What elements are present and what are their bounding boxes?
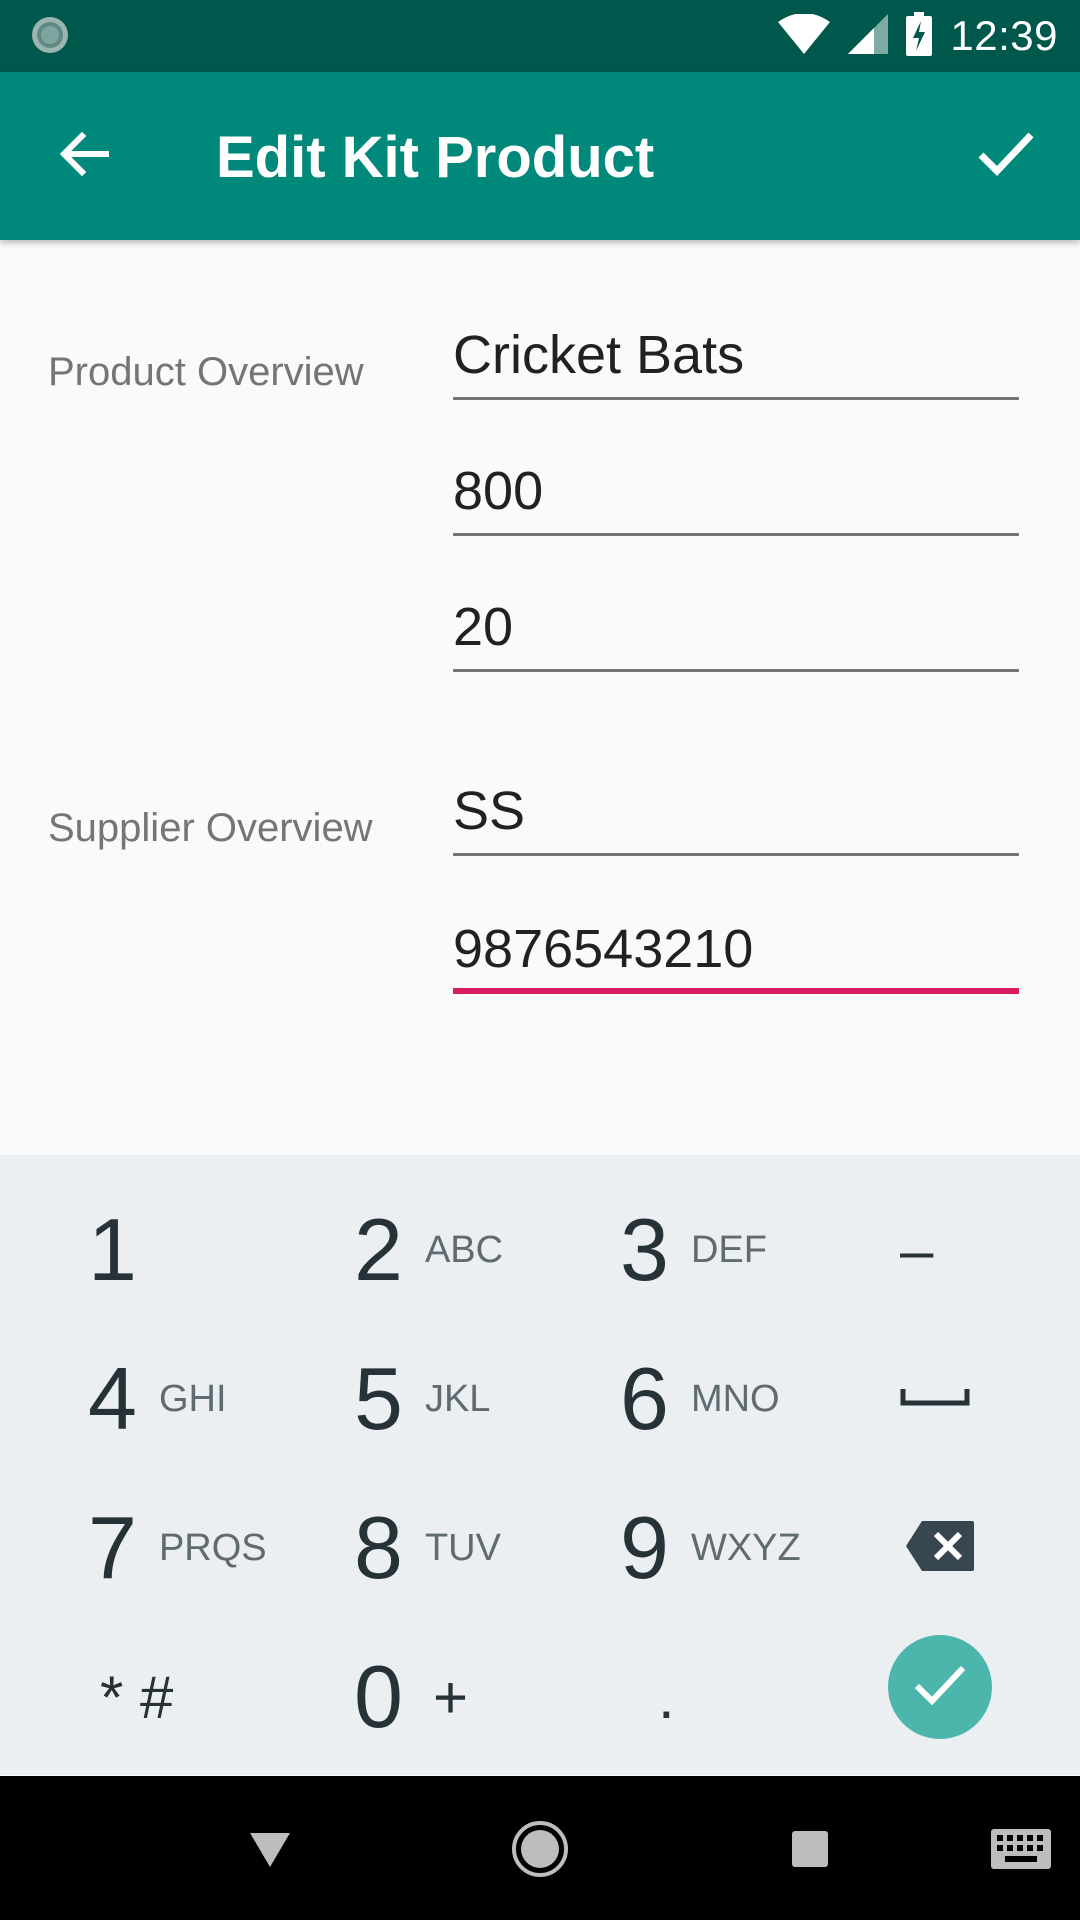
- price-field[interactable]: 800: [453, 456, 1019, 536]
- key-7[interactable]: 7 PRQS: [88, 1478, 267, 1618]
- key-symbol: –: [900, 1216, 934, 1284]
- price-value: 800: [453, 461, 544, 521]
- key-symbol: * #: [100, 1663, 174, 1731]
- nav-back-button[interactable]: [225, 1806, 315, 1896]
- product-name-field[interactable]: Cricket Bats: [453, 320, 1019, 400]
- key-period[interactable]: .: [658, 1627, 675, 1767]
- key-digit: 1: [88, 1200, 137, 1299]
- app-notification-icon: [30, 15, 70, 55]
- nav-keyboard-button[interactable]: [976, 1806, 1066, 1896]
- recents-square-icon: [790, 1829, 830, 1874]
- supplier-name-field[interactable]: SS: [453, 776, 1019, 856]
- key-letters: GHI: [158, 1377, 227, 1420]
- supplier-phone-field[interactable]: 9876543210: [453, 914, 1019, 994]
- space-bar-icon: [900, 1385, 970, 1414]
- field-underline: [453, 533, 1019, 536]
- key-letters: DEF: [690, 1228, 767, 1271]
- navigation-bar: [0, 1776, 1080, 1920]
- keyboard-icon: [989, 1827, 1053, 1876]
- done-button[interactable]: [888, 1635, 992, 1739]
- home-circle-icon: [510, 1819, 570, 1884]
- key-digit: 8: [354, 1498, 403, 1597]
- key-5[interactable]: 5 JKL: [354, 1329, 490, 1469]
- supplier-name-value: SS: [453, 781, 526, 841]
- battery-charging-icon: [906, 11, 933, 61]
- key-8[interactable]: 8 TUV: [354, 1478, 501, 1618]
- key-letters: TUV: [424, 1526, 501, 1569]
- key-0[interactable]: 0 +: [354, 1627, 468, 1767]
- check-icon: [977, 131, 1035, 182]
- wifi-icon: [778, 12, 831, 59]
- back-button[interactable]: [40, 112, 128, 200]
- key-digit: 3: [620, 1200, 669, 1299]
- key-digit: 9: [620, 1498, 669, 1597]
- key-2[interactable]: 2 ABC: [354, 1180, 503, 1320]
- key-letters: +: [432, 1663, 468, 1731]
- status-bar: 12:39: [0, 0, 1080, 72]
- key-letters: PRQS: [158, 1526, 267, 1569]
- product-name-value: Cricket Bats: [453, 325, 745, 385]
- supplier-phone-value: 9876543210: [453, 919, 754, 979]
- arrow-back-icon: [58, 128, 110, 185]
- backspace-icon: [904, 1519, 976, 1578]
- field-underline: [453, 669, 1019, 672]
- key-letters: MNO: [690, 1377, 780, 1420]
- key-digit: 2: [354, 1200, 403, 1299]
- key-star-hash[interactable]: * #: [100, 1627, 173, 1767]
- key-1[interactable]: 1: [88, 1180, 137, 1320]
- key-symbol: .: [658, 1663, 675, 1731]
- status-time: 12:39: [950, 12, 1058, 59]
- key-letters: WXYZ: [690, 1526, 801, 1569]
- key-letters: JKL: [424, 1377, 491, 1420]
- signal-icon: [848, 13, 889, 59]
- key-digit: 5: [354, 1349, 403, 1448]
- app-bar: Edit Kit Product: [0, 72, 1080, 240]
- nav-recents-button[interactable]: [765, 1806, 855, 1896]
- field-underline: [453, 853, 1019, 856]
- key-backspace[interactable]: [904, 1478, 976, 1618]
- key-3[interactable]: 3 DEF: [620, 1180, 767, 1320]
- key-digit: 6: [620, 1349, 669, 1448]
- key-4[interactable]: 4 GHI: [88, 1329, 227, 1469]
- quantity-field[interactable]: 20: [453, 592, 1019, 672]
- product-overview-label: Product Overview: [48, 350, 364, 394]
- save-button[interactable]: [956, 112, 1056, 200]
- page-title: Edit Kit Product: [216, 125, 655, 190]
- nav-home-button[interactable]: [495, 1806, 585, 1896]
- field-underline-focused: [453, 988, 1019, 994]
- key-9[interactable]: 9 WXYZ: [620, 1478, 801, 1618]
- supplier-overview-label: Supplier Overview: [48, 806, 373, 850]
- key-minus[interactable]: –: [900, 1180, 933, 1320]
- field-underline: [453, 397, 1019, 400]
- check-icon: [913, 1664, 967, 1711]
- key-space[interactable]: [900, 1329, 970, 1469]
- key-digit: 0: [354, 1647, 403, 1746]
- key-digit: 4: [88, 1349, 137, 1448]
- key-letters: ABC: [424, 1228, 504, 1271]
- key-6[interactable]: 6 MNO: [620, 1329, 780, 1469]
- numeric-keyboard: 1 2 ABC 3 DEF – 4 GHI 5 JKL 6 MNO 7 PRQS…: [0, 1155, 1080, 1775]
- key-digit: 7: [88, 1498, 137, 1597]
- quantity-value: 20: [453, 597, 514, 657]
- back-triangle-icon: [248, 1829, 292, 1874]
